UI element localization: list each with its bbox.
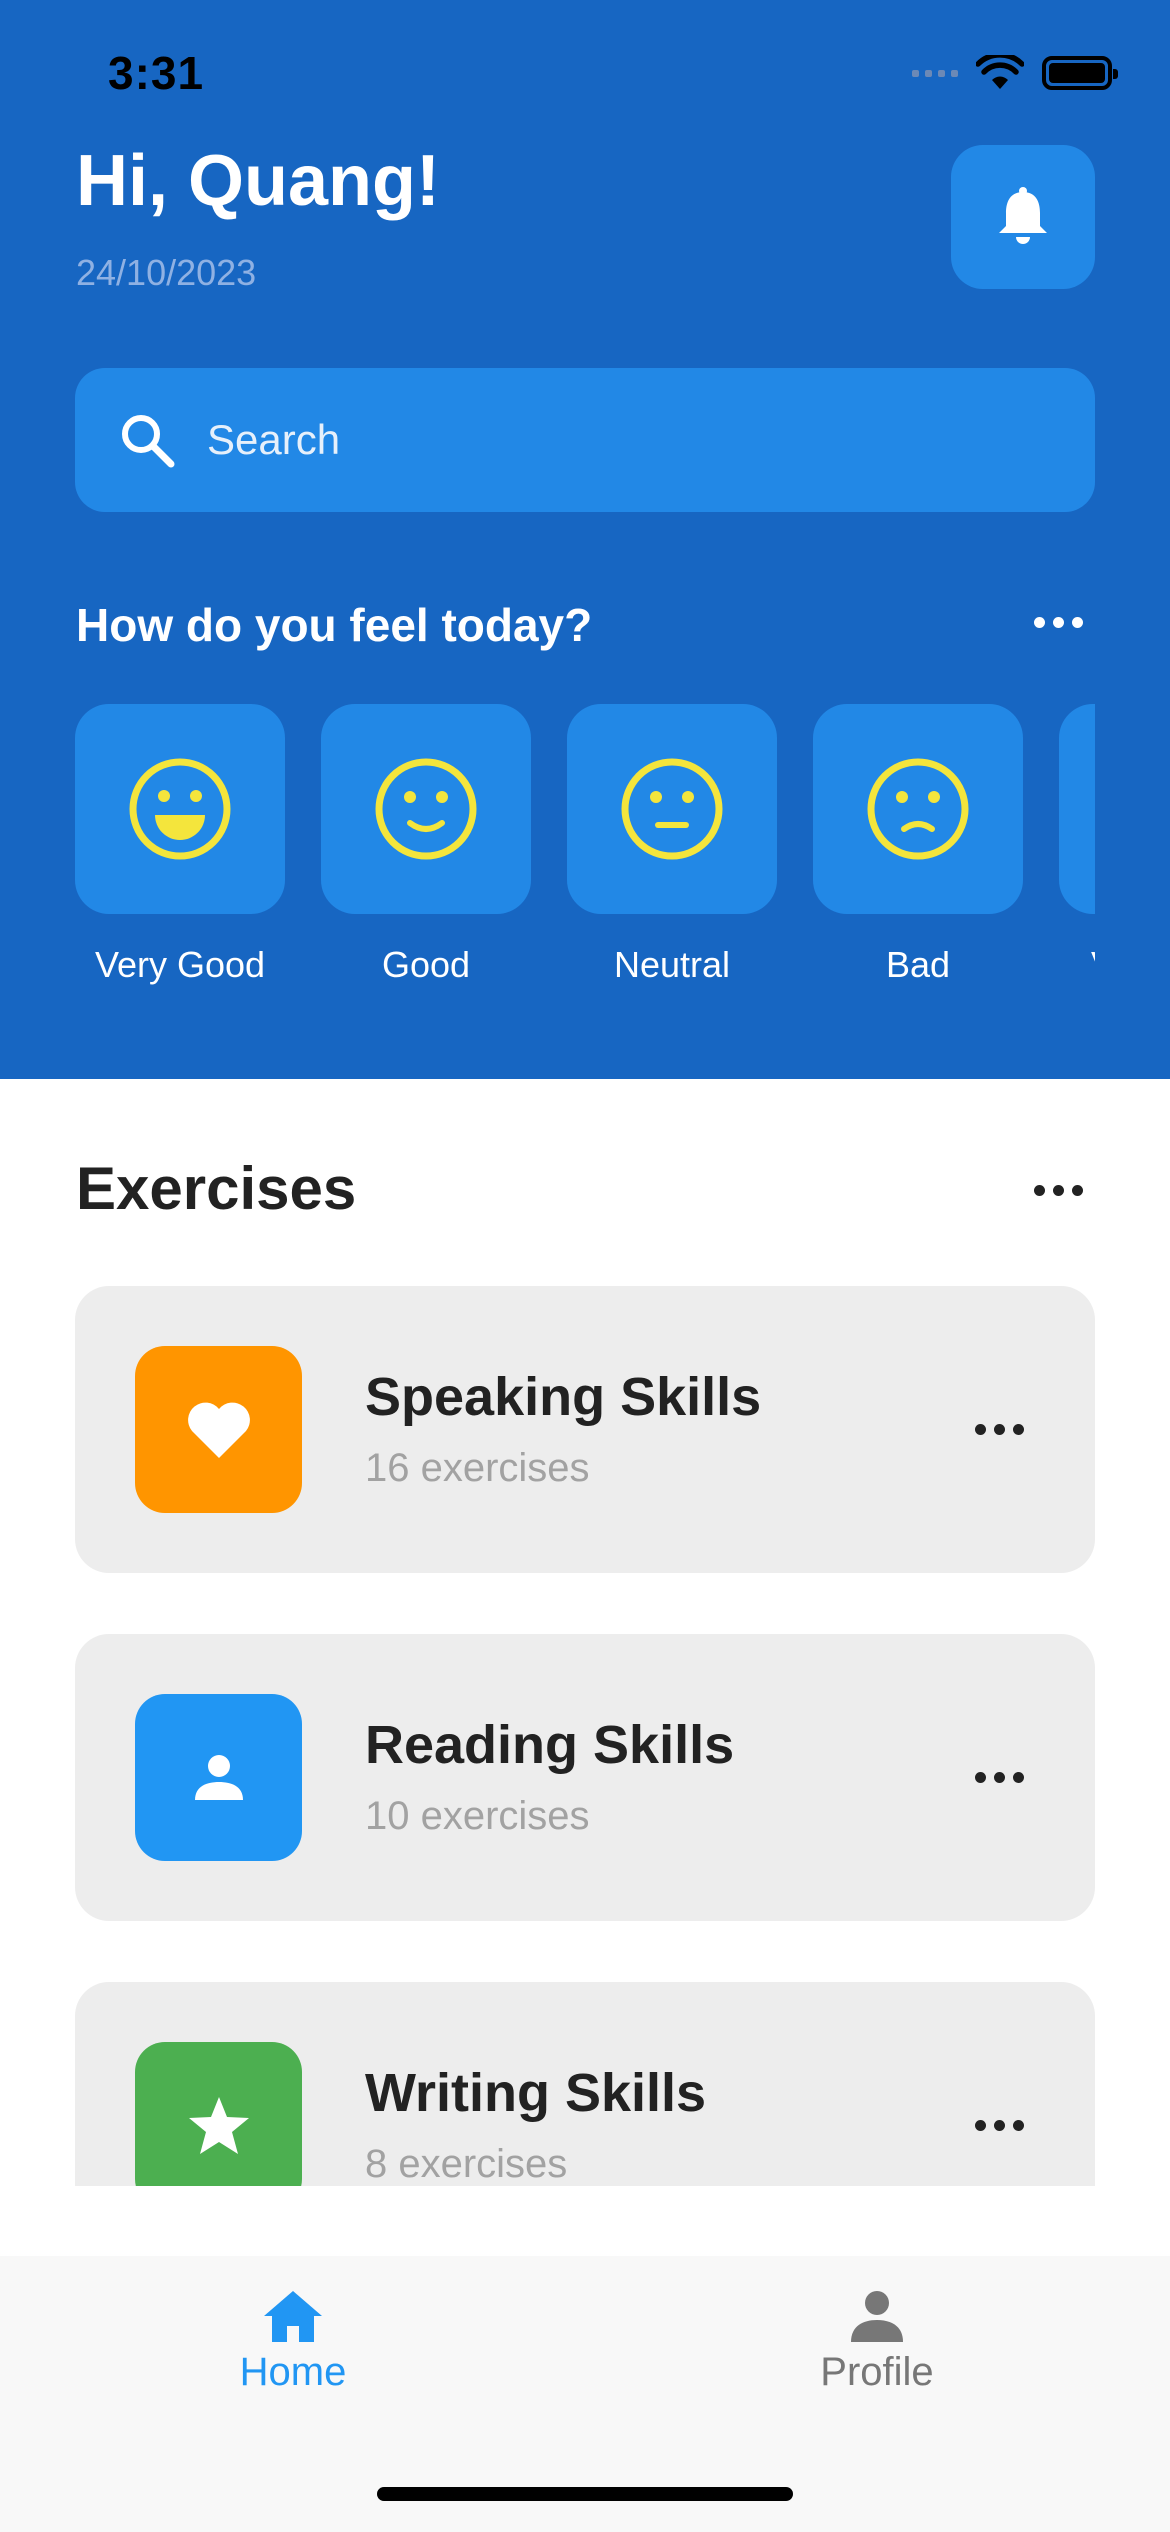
exercise-more-button[interactable] bbox=[975, 1424, 1024, 1435]
exercise-count: 16 exercises bbox=[365, 1446, 590, 1490]
exercise-more-button[interactable] bbox=[975, 1772, 1024, 1783]
happy-face-icon bbox=[375, 758, 477, 860]
mood-section-title: How do you feel today? bbox=[76, 599, 593, 651]
exercise-count: 8 exercises bbox=[365, 2142, 568, 2186]
exercise-count: 10 exercises bbox=[365, 1794, 590, 1838]
neutral-face-icon bbox=[621, 758, 723, 860]
exercise-title: Reading Skills bbox=[365, 1715, 735, 1775]
nav-profile[interactable]: Profile bbox=[727, 2288, 1027, 2395]
mood-label: Bad bbox=[885, 944, 951, 985]
search-bar[interactable] bbox=[75, 368, 1095, 512]
person-icon bbox=[194, 1754, 243, 1800]
exercise-card-reading[interactable]: Reading Skills 10 exercises bbox=[75, 1634, 1095, 1921]
profile-icon bbox=[851, 2291, 903, 2342]
exercise-icon-tile bbox=[135, 1346, 302, 1513]
heart-icon bbox=[187, 1402, 250, 1458]
exercise-title: Speaking Skills bbox=[365, 1367, 762, 1427]
exercises-title: Exercises bbox=[76, 1155, 357, 1222]
exercise-icon-tile bbox=[135, 1694, 302, 1861]
sad-face-icon bbox=[867, 758, 969, 860]
mood-label: Very Good bbox=[94, 944, 266, 985]
nav-home-label: Home bbox=[239, 2350, 347, 2394]
wifi-icon bbox=[976, 55, 1024, 89]
date-label: 24/10/2023 bbox=[76, 252, 257, 293]
status-icons bbox=[912, 55, 1118, 91]
search-icon bbox=[122, 415, 175, 468]
home-indicator bbox=[377, 2487, 793, 2501]
mood-label: Good bbox=[381, 944, 471, 985]
exercise-more-button[interactable] bbox=[975, 2120, 1024, 2131]
exercise-list[interactable]: Speaking Skills 16 exercises Reading Ski… bbox=[75, 1286, 1095, 2186]
mood-more-button[interactable] bbox=[1034, 617, 1083, 628]
status-time: 3:31 bbox=[108, 47, 205, 99]
exercise-card-speaking[interactable]: Speaking Skills 16 exercises bbox=[75, 1286, 1095, 1573]
search-input[interactable] bbox=[207, 416, 1007, 464]
mood-list[interactable]: Very Good Good Neutral Bad bbox=[75, 704, 1095, 1004]
exercise-card-writing[interactable]: Writing Skills 8 exercises bbox=[75, 1982, 1095, 2186]
exercise-title: Writing Skills bbox=[365, 2063, 707, 2123]
mood-very-bad[interactable]: Very Bad bbox=[1059, 704, 1095, 986]
greeting: Hi, Quang! bbox=[76, 141, 440, 221]
mood-very-good[interactable]: Very Good bbox=[75, 704, 285, 986]
cellular-signal-icon bbox=[912, 69, 958, 77]
mood-label: Very Bad bbox=[1059, 944, 1095, 986]
battery-icon bbox=[1042, 56, 1118, 90]
notification-button[interactable] bbox=[951, 145, 1095, 289]
exercises-more-button[interactable] bbox=[1034, 1185, 1083, 1196]
header: 3:31 Hi, Quang! 24/10/2023 How do you fe… bbox=[0, 0, 1170, 1079]
mood-label: Neutral bbox=[613, 944, 731, 985]
home-icon bbox=[264, 2291, 322, 2342]
bell-icon bbox=[999, 187, 1047, 244]
nav-profile-label: Profile bbox=[820, 2350, 934, 2394]
star-icon bbox=[188, 2096, 249, 2154]
mood-bad[interactable]: Bad bbox=[813, 704, 1023, 986]
very-happy-face-icon bbox=[129, 758, 231, 860]
exercise-icon-tile bbox=[135, 2042, 302, 2186]
nav-home[interactable]: Home bbox=[143, 2288, 443, 2395]
mood-neutral[interactable]: Neutral bbox=[567, 704, 777, 986]
mood-good[interactable]: Good bbox=[321, 704, 531, 986]
